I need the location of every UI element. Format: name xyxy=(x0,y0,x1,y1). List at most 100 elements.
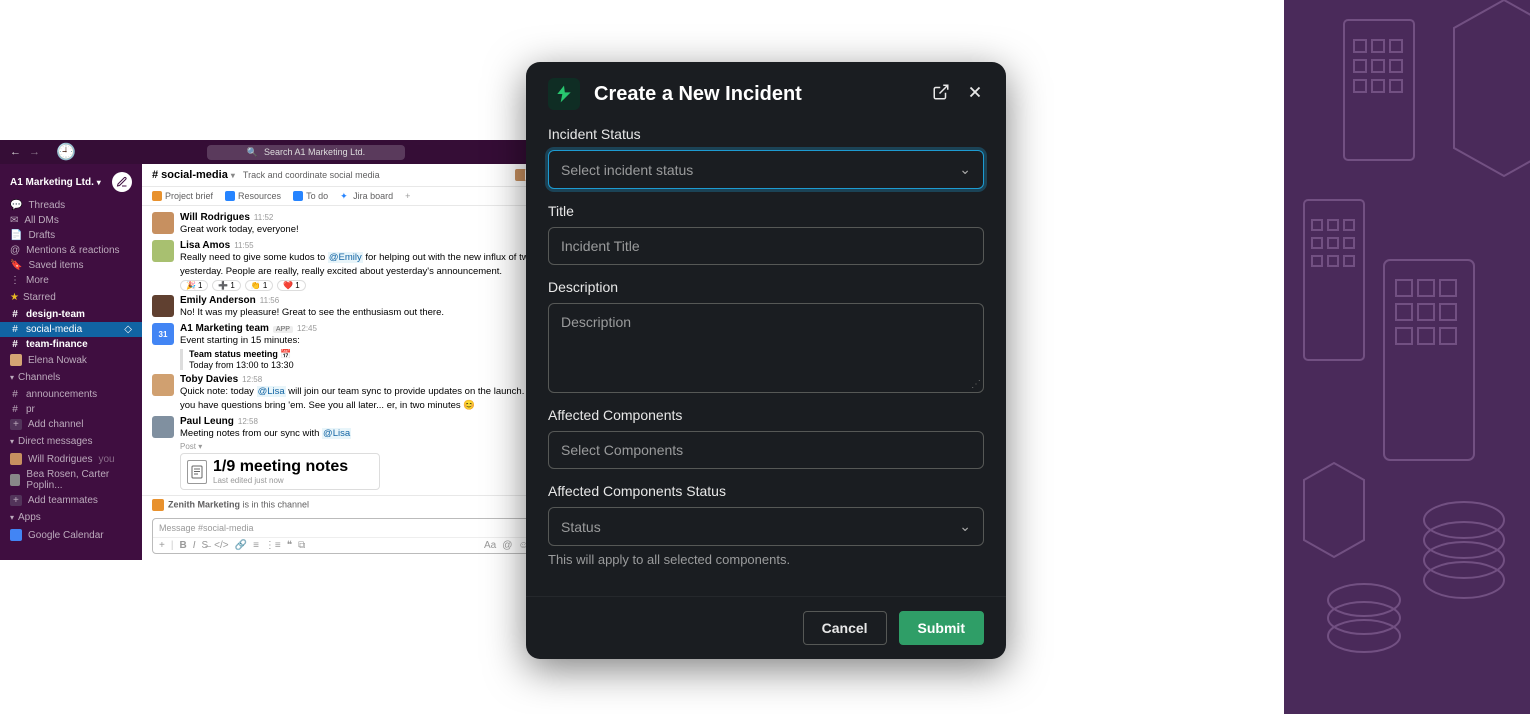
mention-icon[interactable]: @ xyxy=(502,540,512,551)
message-author[interactable]: Emily Anderson xyxy=(180,295,256,306)
doc-title: 1/9 meeting notes xyxy=(213,458,348,476)
app-logo xyxy=(548,78,580,110)
message-author[interactable]: Paul Leung xyxy=(180,416,234,427)
quote-icon[interactable]: ❝ xyxy=(287,540,292,551)
sidebar-section-channels[interactable]: ▾Channels xyxy=(0,368,142,387)
cancel-button[interactable]: Cancel xyxy=(803,611,887,645)
format-icon[interactable]: Aa xyxy=(484,540,496,551)
sidebar-app-gcal[interactable]: Google Calendar xyxy=(0,527,142,543)
description-textarea[interactable]: Description⋰ xyxy=(548,303,984,393)
mention[interactable]: @Emily xyxy=(328,252,363,263)
open-external-icon[interactable] xyxy=(932,83,950,106)
attach-icon[interactable]: + xyxy=(159,540,165,551)
chevron-down-icon: ⌄ xyxy=(959,161,971,178)
sidebar-add-channel[interactable]: +Add channel xyxy=(0,417,142,432)
sidebar-drafts[interactable]: 📄Drafts xyxy=(0,228,142,243)
bold-icon[interactable]: B xyxy=(179,540,186,551)
components-label: Affected Components xyxy=(548,407,984,423)
sidebar-section-apps[interactable]: ▾Apps xyxy=(0,508,142,527)
message-time: 12:58 xyxy=(238,417,258,426)
sidebar-item-design-team[interactable]: #design-team xyxy=(0,307,142,322)
reaction[interactable]: ❤️1 xyxy=(277,280,305,291)
channel-bookmarks: Project brief Resources To do ✦Jira boar… xyxy=(142,187,560,206)
channel-topic: Track and coordinate social media xyxy=(243,170,380,180)
status-label: Incident Status xyxy=(548,126,984,142)
bookmark-todo[interactable]: To do xyxy=(293,191,328,201)
message-text: Great work today, everyone! xyxy=(180,223,550,236)
message-author[interactable]: Toby Davies xyxy=(180,374,238,385)
code-icon[interactable]: </> xyxy=(214,540,228,551)
bookmark-project-brief[interactable]: Project brief xyxy=(152,191,213,201)
message: Toby Davies12:58 Quick note: today @Lisa… xyxy=(142,372,560,414)
avatar[interactable] xyxy=(152,416,174,438)
ol-icon[interactable]: ≡ xyxy=(253,540,259,551)
message-text: Quick note: today @Lisa will join our te… xyxy=(180,385,550,412)
sidebar-all-dms[interactable]: ✉All DMs xyxy=(0,213,142,228)
message: Will Rodrigues11:52 Great work today, ev… xyxy=(142,210,560,238)
avatar[interactable] xyxy=(152,240,174,262)
bookmark-resources[interactable]: Resources xyxy=(225,191,281,201)
sidebar-more[interactable]: ⋮More xyxy=(0,273,142,288)
search-input[interactable]: 🔍 Search A1 Marketing Ltd. xyxy=(207,145,405,160)
sidebar-add-teammates[interactable]: +Add teammates xyxy=(0,493,142,508)
reaction[interactable]: 🎉1 xyxy=(180,280,208,291)
message-composer[interactable]: Message #social-media + | B I S̶ </> 🔗 ≡… xyxy=(152,518,550,554)
event-title[interactable]: Team status meeting xyxy=(189,349,278,359)
sidebar-item-elena[interactable]: Elena Nowak xyxy=(0,352,142,368)
sidebar-section-starred[interactable]: ★Starred xyxy=(0,288,142,307)
mention[interactable]: @Lisa xyxy=(257,386,286,397)
sidebar-dm-self[interactable]: Will Rodrigues you xyxy=(0,451,142,467)
title-label: Title xyxy=(548,203,984,219)
link-icon[interactable]: 🔗 xyxy=(235,540,247,551)
title-input[interactable]: Incident Title xyxy=(548,227,984,265)
sidebar-item-pr[interactable]: #pr xyxy=(0,402,142,417)
sidebar-item-announcements[interactable]: #announcements xyxy=(0,387,142,402)
nav-back-icon[interactable]: ← xyxy=(10,146,21,158)
message-text: Event starting in 15 minutes: xyxy=(180,334,550,347)
reaction[interactable]: 👏1 xyxy=(245,280,273,291)
mention[interactable]: @Lisa xyxy=(322,428,351,439)
message: Emily Anderson11:56 No! It was my pleasu… xyxy=(142,293,560,321)
reaction[interactable]: ➕1 xyxy=(212,280,240,291)
workspace-name[interactable]: A1 Marketing Ltd. ▾ xyxy=(10,177,101,188)
sidebar-saved[interactable]: 🔖Saved items xyxy=(0,258,142,273)
sidebar-section-dms[interactable]: ▾Direct messages xyxy=(0,432,142,451)
doc-icon xyxy=(187,460,207,484)
close-icon[interactable] xyxy=(966,83,984,106)
status-select[interactable]: Select incident status ⌄ xyxy=(548,150,984,189)
sidebar-mentions[interactable]: @Mentions & reactions xyxy=(0,243,142,258)
sidebar-dm-group[interactable]: Bea Rosen, Carter Poplin... xyxy=(0,467,142,493)
comp-status-label: Affected Components Status xyxy=(548,483,984,499)
sidebar-threads[interactable]: 💬Threads xyxy=(0,198,142,213)
sidebar-item-team-finance[interactable]: #team-finance xyxy=(0,337,142,352)
channel-banner: Zenith Marketing is in this channel xyxy=(142,495,560,514)
avatar[interactable] xyxy=(152,212,174,234)
italic-icon[interactable]: I xyxy=(193,540,196,551)
avatar[interactable] xyxy=(152,374,174,396)
strike-icon[interactable]: S̶ xyxy=(201,540,208,551)
sidebar-item-social-media[interactable]: #social-media◇ xyxy=(0,322,142,337)
avatar[interactable] xyxy=(152,295,174,317)
avatar[interactable]: 31 xyxy=(152,323,174,345)
resize-handle-icon[interactable]: ⋰ xyxy=(971,379,981,390)
compose-button[interactable] xyxy=(112,172,132,192)
doc-card[interactable]: 1/9 meeting notes Last edited just now xyxy=(180,453,380,490)
bookmark-jira[interactable]: ✦Jira board xyxy=(340,191,393,201)
bookmark-add[interactable]: + xyxy=(405,191,410,201)
incident-modal: Create a New Incident Incident Status Se… xyxy=(526,62,1006,659)
message-text: No! It was my pleasure! Great to see the… xyxy=(180,306,550,319)
composer-input[interactable]: Message #social-media xyxy=(153,519,549,537)
history-icon[interactable]: 🕘 xyxy=(56,142,76,162)
message-author[interactable]: A1 Marketing team xyxy=(180,323,269,334)
submit-button[interactable]: Submit xyxy=(899,611,984,645)
message-author[interactable]: Lisa Amos xyxy=(180,240,230,251)
message-time: 11:55 xyxy=(234,241,253,250)
message-author[interactable]: Will Rodrigues xyxy=(180,212,250,223)
search-placeholder: Search A1 Marketing Ltd. xyxy=(264,147,365,157)
comp-status-select[interactable]: Status ⌄ xyxy=(548,507,984,546)
codeblock-icon[interactable]: ⧉ xyxy=(298,540,305,551)
channel-name[interactable]: # social-media ▾ xyxy=(152,169,235,181)
components-select[interactable]: Select Components xyxy=(548,431,984,469)
comp-status-hint: This will apply to all selected componen… xyxy=(548,552,984,567)
ul-icon[interactable]: ⋮≡ xyxy=(265,540,281,551)
